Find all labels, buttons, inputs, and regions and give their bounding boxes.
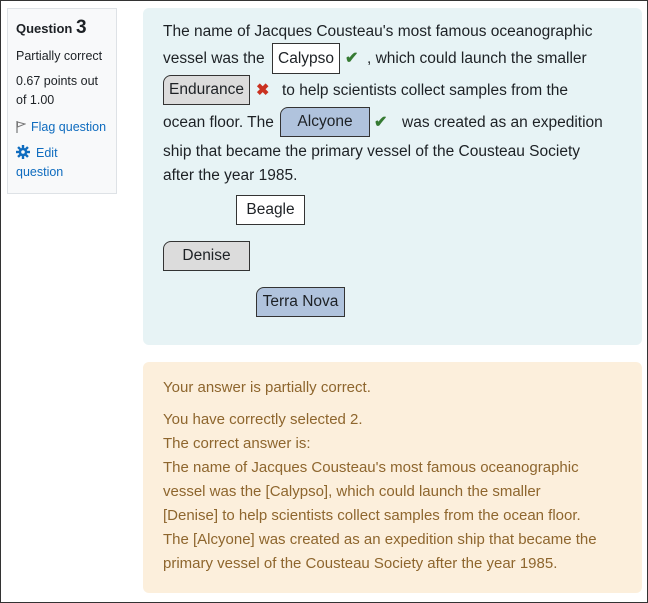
feedback-selected-count: You have correctly selected 2. [163, 411, 363, 428]
flag-question-link[interactable]: Flag question [16, 120, 108, 134]
question-grade: 0.67 points out of 1.00 [16, 74, 99, 107]
question-text-line: vessel was the [163, 50, 265, 67]
feedback-correct-line: primary vessel of the Cousteau Society a… [163, 555, 558, 572]
question-number: Question 3 [16, 17, 87, 38]
drag-choice-denise[interactable]: Denise [163, 241, 250, 271]
question-text-line: to help scientists collect samples from … [282, 82, 569, 99]
drop-zone-3[interactable]: Alcyone [280, 107, 370, 137]
correct-check-icon: ✔ [374, 114, 388, 131]
question-formulation: The name of Jacques Cousteau's most famo… [143, 8, 642, 345]
question-text-line: ship that became the primary vessel of t… [163, 143, 580, 160]
feedback-panel: Your answer is partially correct. You ha… [143, 362, 642, 593]
drop-zone-2[interactable]: Endurance [163, 75, 250, 105]
feedback-correct-line: The name of Jacques Cousteau's most famo… [163, 459, 579, 476]
question-state: Partially correct [16, 49, 103, 63]
question-text-line: was created as an expedition [402, 114, 603, 131]
question-text-line: The name of Jacques Cousteau's most famo… [163, 23, 593, 40]
feedback-correct-line: The [Alcyone] was created as an expediti… [163, 531, 597, 548]
question-text-line: after the year 1985. [163, 167, 298, 184]
question-text-line: , which could launch the smaller [367, 50, 587, 67]
question-info-panel: Question 3 Partially correct 0.67 points… [7, 8, 117, 194]
feedback-correct-intro: The correct answer is: [163, 435, 311, 452]
drag-choice-terra-nova[interactable]: Terra Nova [256, 287, 345, 317]
gear-icon [16, 145, 30, 159]
edit-question-link[interactable]: Edit question [16, 144, 108, 182]
incorrect-cross-icon: ✖ [256, 82, 270, 99]
feedback-correct-line: vessel was the [Calypso], which could la… [163, 483, 541, 500]
drop-zone-1[interactable]: Calypso [272, 43, 340, 74]
correct-check-icon: ✔ [345, 50, 359, 67]
question-text-line: ocean floor. The [163, 114, 274, 131]
flag-icon [16, 121, 26, 133]
drag-choice-beagle[interactable]: Beagle [236, 195, 305, 225]
feedback-summary: Your answer is partially correct. [163, 379, 371, 396]
feedback-correct-line: [Denise] to help scientists collect samp… [163, 507, 581, 524]
